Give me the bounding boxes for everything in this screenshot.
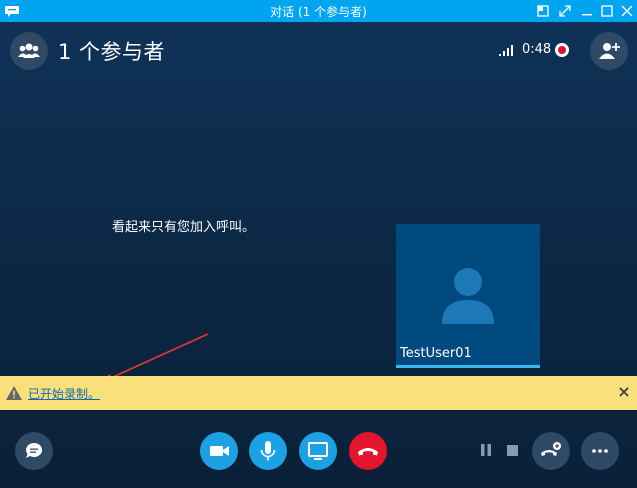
call-controls-button[interactable] [532, 432, 570, 470]
self-display-name: TestUser01 [400, 346, 472, 361]
chat-icon [26, 442, 43, 458]
warning-icon [6, 386, 22, 400]
dialpad-icon [541, 442, 561, 456]
title-bar: 对话 (1 个参与者) [0, 0, 637, 22]
maximize-icon[interactable] [598, 2, 616, 20]
people-icon [18, 43, 40, 58]
pause-icon[interactable] [480, 444, 492, 456]
hang-up-button[interactable] [349, 432, 387, 470]
more-options-button[interactable] [581, 432, 619, 470]
record-icon[interactable] [555, 43, 569, 57]
layout-toggle-icon[interactable] [534, 2, 552, 20]
self-view-indicator-bar [396, 365, 540, 368]
alone-in-call-message: 看起来只有您加入呼叫。 [112, 220, 256, 235]
add-person-icon [599, 43, 620, 59]
signal-strength-icon [499, 45, 513, 56]
self-video-preview[interactable]: TestUser01 [396, 224, 540, 368]
participants-count-title: 1 个参与者 [58, 40, 166, 64]
expand-icon[interactable] [556, 2, 574, 20]
call-window: 对话 (1 个参与者) 1 个参与者 0:48 看起来只有您加入呼叫。 Test… [0, 0, 637, 488]
recording-notification-bar: 已开始录制。 × [0, 376, 637, 410]
microphone-button[interactable] [249, 432, 287, 470]
screen-share-icon [308, 442, 328, 460]
microphone-icon [260, 441, 276, 461]
close-window-icon[interactable] [618, 2, 636, 20]
more-options-icon [592, 449, 608, 453]
share-screen-button[interactable] [299, 432, 337, 470]
video-button[interactable] [200, 432, 238, 470]
dismiss-notification-button[interactable]: × [616, 384, 632, 400]
person-avatar-icon [442, 268, 494, 324]
minimize-icon[interactable] [578, 2, 596, 20]
call-timer: 0:48 [522, 42, 552, 57]
hang-up-icon [358, 448, 378, 456]
chat-button[interactable] [15, 432, 53, 470]
recording-started-link[interactable]: 已开始录制。 [28, 385, 100, 402]
stop-icon[interactable] [507, 445, 518, 456]
video-camera-icon [210, 446, 229, 456]
participants-button[interactable] [10, 32, 48, 70]
add-participant-button[interactable] [590, 32, 628, 70]
